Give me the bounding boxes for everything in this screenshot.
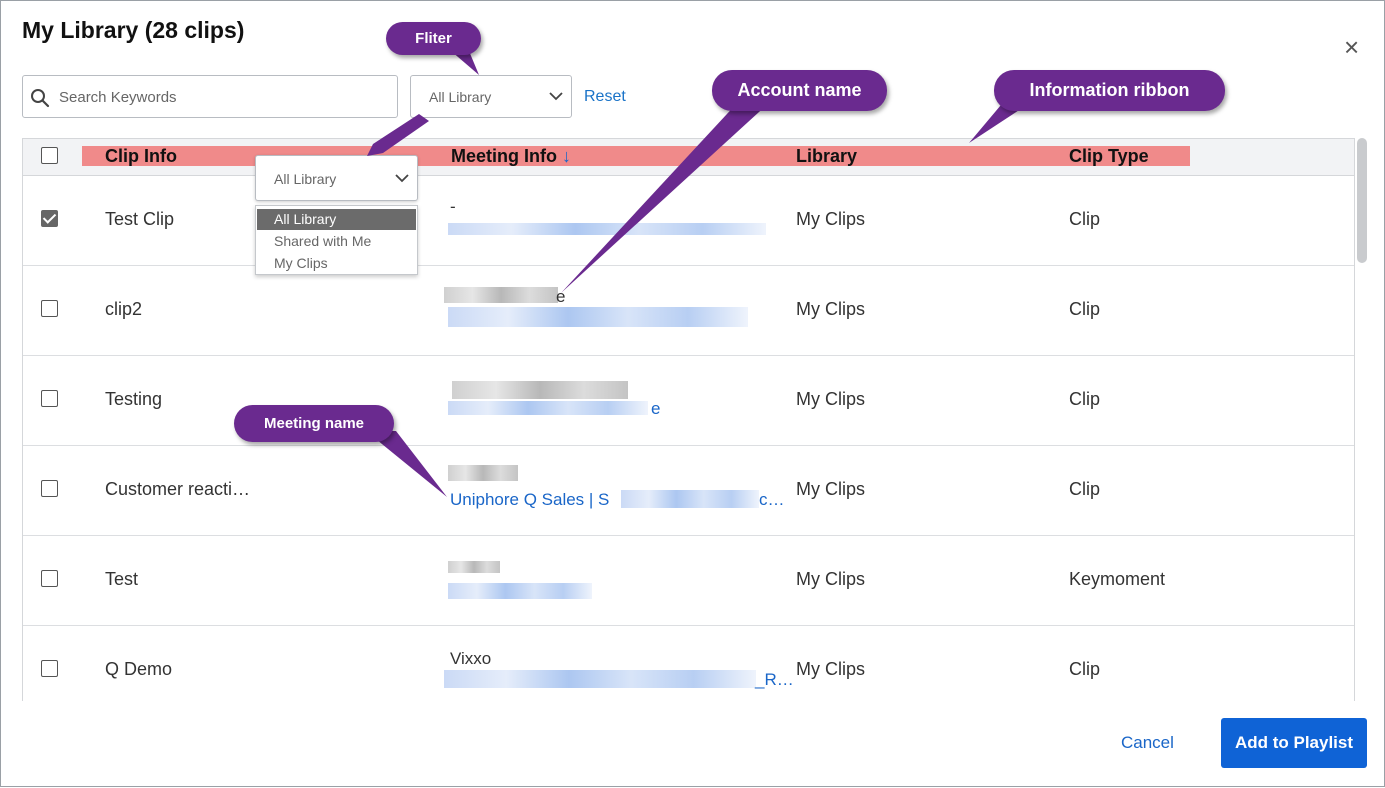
redacted-account-name [452,381,628,399]
chevron-down-icon [549,92,563,101]
library-name: My Clips [796,569,866,589]
meeting-name-tail: c… [759,490,785,509]
redacted-account-name [444,287,558,303]
clip-name: Q Demo [105,659,173,679]
clip-type: Clip [1069,389,1101,409]
search-box[interactable] [22,75,398,119]
redacted-meeting-name [444,670,756,688]
redacted-meeting-name [448,401,648,415]
search-input[interactable] [57,76,391,119]
close-icon[interactable]: × [1344,34,1359,60]
row-checkbox[interactable] [41,570,58,587]
meeting-name[interactable]: _R… [755,670,794,690]
callout-account-name: Account name [712,70,887,111]
dropdown-option-shared-with-me[interactable]: Shared with Me [257,231,416,252]
library-dialog: My Library (28 clips) × All Library Rese… [0,0,1385,787]
redacted-account-name [448,561,500,573]
clip-type: Clip [1069,209,1101,229]
dropdown-option-all-library[interactable]: All Library [257,209,416,230]
table-row[interactable]: Test My Clips Keymoment [23,535,1354,626]
cancel-button[interactable]: Cancel [1121,733,1174,753]
header-meeting-info-label: Meeting Info [451,146,557,166]
clip-name: Customer reacti… [105,479,251,499]
account-name: Vixxo [450,649,492,668]
table-scrollbar[interactable] [1357,138,1367,263]
row-checkbox[interactable] [41,390,58,407]
library-dropdown[interactable]: All Library [255,155,418,201]
table-row[interactable]: clip2 e My Clips Clip [23,265,1354,356]
header-meeting-info[interactable]: Meeting Info ↓ [451,146,571,166]
library-name: My Clips [796,479,866,499]
header-clip-info[interactable]: Clip Info [105,146,177,166]
clip-type: Clip [1069,479,1101,499]
clip-type: Keymoment [1069,569,1166,589]
clip-name: Test Clip [105,209,175,229]
callout-meeting-name: Meeting name [234,405,394,442]
callout-filter: Fliter [386,22,481,55]
table-row[interactable]: Q Demo Vixxo _R… My Clips Clip [23,625,1354,701]
header-clip-type[interactable]: Clip Type [1069,146,1149,166]
account-name: - [450,197,456,216]
dropdown-option-my-clips[interactable]: My Clips [257,253,416,274]
library-dropdown-menu: All Library Shared with Me My Clips [255,205,418,275]
redacted-meeting-name [448,223,766,235]
row-checkbox[interactable] [41,210,58,227]
library-name: My Clips [796,659,866,679]
library-filter-value: All Library [429,89,492,105]
account-name: e [556,287,566,306]
row-checkbox[interactable] [41,660,58,677]
meeting-name[interactable]: e [651,399,660,419]
library-name: My Clips [796,299,866,319]
library-name: My Clips [796,209,866,229]
table-row[interactable]: Customer reacti… Uniphore Q Sales | S c…… [23,445,1354,536]
library-dropdown-value: All Library [274,171,337,187]
table-header: Clip Info Meeting Info ↓ Library Clip Ty… [23,139,1354,176]
table-row[interactable]: Test Clip - My Clips Clip [23,175,1354,266]
library-filter-select[interactable]: All Library [410,75,572,118]
sort-arrow-icon: ↓ [562,146,572,166]
redacted-meeting-name [448,307,748,327]
reset-link[interactable]: Reset [584,88,626,106]
dialog-title: My Library (28 clips) [22,17,245,43]
clip-name: Test [105,569,139,589]
meeting-name[interactable]: Uniphore Q Sales | S [450,490,609,510]
select-all-checkbox[interactable] [41,147,58,164]
table-row[interactable]: Testing e My Clips Clip [23,355,1354,446]
row-checkbox[interactable] [41,480,58,497]
search-icon [31,89,50,108]
redacted-account-name [448,465,518,481]
clip-type: Clip [1069,659,1101,679]
add-to-playlist-button[interactable]: Add to Playlist [1221,718,1367,768]
clip-name: Testing [105,389,163,409]
header-library[interactable]: Library [796,146,857,166]
information-ribbon-highlight [82,146,1190,166]
redacted-meeting-name [621,490,759,508]
row-checkbox[interactable] [41,300,58,317]
library-name: My Clips [796,389,866,409]
callout-information-ribbon: Information ribbon [994,70,1225,111]
chevron-down-icon [395,174,409,183]
clip-type: Clip [1069,299,1101,319]
redacted-meeting-name [448,583,592,599]
clip-name: clip2 [105,299,143,319]
clips-table: Clip Info Meeting Info ↓ Library Clip Ty… [22,138,1355,701]
